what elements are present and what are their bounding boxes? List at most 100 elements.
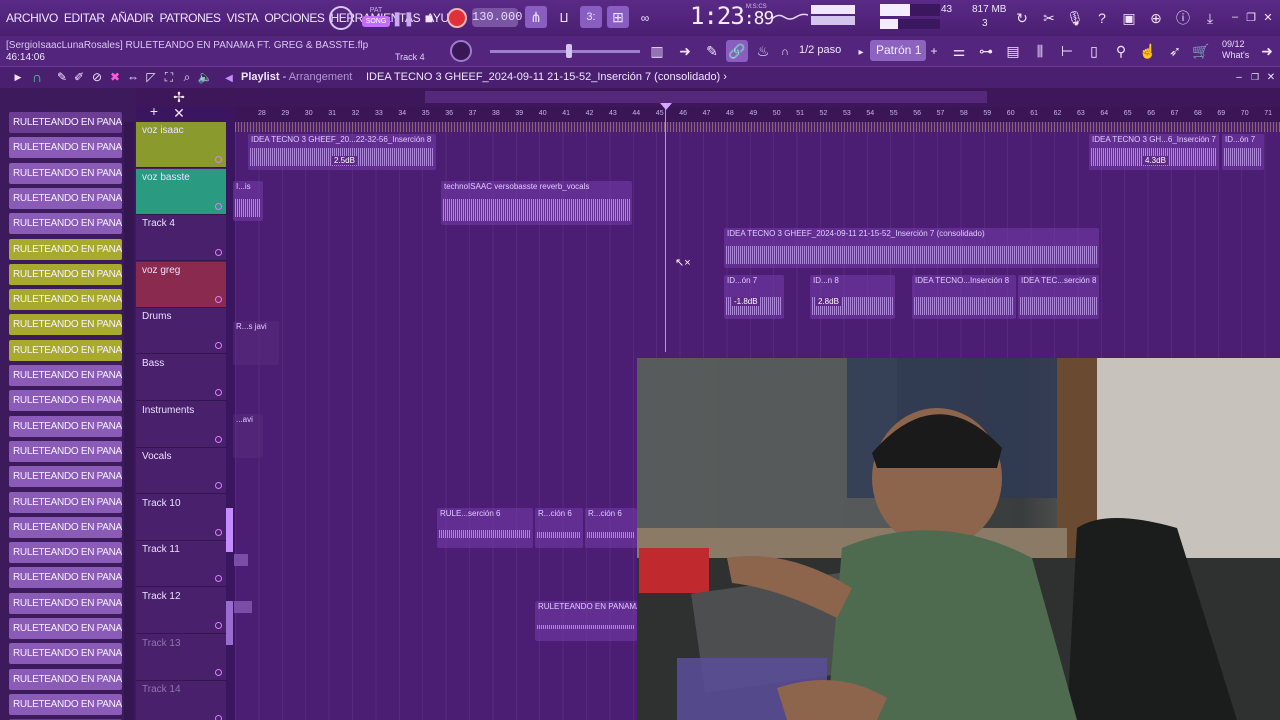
stop-icon[interactable]: ■ [420,8,438,28]
delete-icon[interactable]: ⊘ [90,70,104,84]
select-icon[interactable]: ⛶ [162,70,176,84]
touch-icon[interactable]: ☝ [1137,41,1159,61]
master-pitch-slider[interactable] [490,44,640,58]
countdown-icon[interactable]: 3: [580,6,602,28]
browser-item[interactable]: RULETEANDO EN PANAMA... [9,567,122,589]
track-header[interactable]: voz isaac [136,122,226,168]
track-header[interactable]: Track 12 [136,588,226,634]
send-icon[interactable]: ➶ [1164,41,1186,61]
save-icon[interactable]: ▣ [1119,8,1139,28]
zoom-icon[interactable]: ⌕ [180,70,194,84]
track-header[interactable]: voz greg [136,261,226,308]
close-track-icon[interactable]: ✕ [172,105,186,121]
snap-selector[interactable]: 1/2 paso [795,41,850,60]
audio-clip[interactable]: IDEA TECNO 3 GHEEF_2024-09-11 21-15-52_I… [724,228,1099,268]
audio-clip[interactable]: ID...ón 7 [1222,134,1264,170]
browser-item[interactable]: RULETEANDO EN PANAMA... [9,390,122,412]
mixer-icon[interactable]: ⫼ [1029,41,1051,61]
browser-item[interactable]: RULETEANDO EN PANAMA... [9,491,122,513]
track-active-toggle[interactable] [215,389,222,396]
cut-icon[interactable]: ✂ [1039,8,1059,28]
browser-item[interactable]: RULETEANDO EN PANAMA... [9,466,122,488]
mic-icon[interactable]: 🎙 [1065,8,1085,28]
audio-clip[interactable]: IDEA TECNO 3 GHEEF_20...22-32-56_Inserci… [248,134,436,170]
close-icon[interactable]: ✕ [1261,10,1275,24]
menu-patrones[interactable]: PATRONES [157,11,224,25]
metronome-icon[interactable]: ⋔ [525,6,547,28]
add-track-icon[interactable]: + [147,103,161,119]
browser-item[interactable]: RULETEANDO EN PANAMA... [9,643,122,665]
overview-window[interactable] [425,91,987,103]
pencil-icon[interactable]: ✎ [55,70,69,84]
wait-input-icon[interactable]: ⵡ [553,8,575,28]
tempo-display[interactable]: 130.000 [472,8,522,27]
menu-archivo[interactable]: ARCHIVO [3,11,61,25]
audio-clip[interactable]: IDEA TECNO...Inserción 8 [912,275,1016,319]
track-active-toggle[interactable] [215,715,222,720]
browser-item[interactable]: RULETEANDO EN PANAMA... [9,542,122,564]
browser-item[interactable]: RULETEANDO EN PANAMA... [9,314,122,336]
browser-item[interactable]: RULETEANDO EN PANAMA... [9,618,122,639]
menu-vista[interactable]: VISTA [224,11,262,25]
playlist-view-icon[interactable]: ⚌ [948,41,970,61]
news-panel[interactable]: 09/12 What's [1222,39,1249,61]
track-header[interactable]: voz basste [136,168,226,215]
browser-item[interactable]: RULETEANDO EN PANAMA... [9,516,122,538]
browser-item[interactable]: RULETEANDO EN PANAMA... [9,213,122,235]
move-tracks-icon[interactable]: ✢ [172,89,186,105]
menu-editar[interactable]: EDITAR [61,11,108,25]
browser-item[interactable]: RULETEANDO EN PANAMA... [9,365,122,386]
track-header[interactable]: Vocals [136,448,226,495]
track-active-toggle[interactable] [215,295,222,303]
play-browser-icon[interactable]: ▶ [12,71,24,83]
track-header[interactable]: Track 11 [136,541,226,588]
audio-clip[interactable]: R...s javi [233,321,279,365]
file-icon[interactable]: ▯ [1083,41,1105,61]
playhead[interactable] [665,104,666,352]
track-header[interactable]: Bass [136,355,226,401]
playlist-minimize-icon[interactable]: – [1234,72,1244,83]
pause-icon[interactable]: ❚❚ [391,8,414,28]
minimize-icon[interactable]: – [1228,10,1242,24]
track-header[interactable]: Track 14 [136,681,226,720]
magnet-icon[interactable]: ∩ [778,44,792,60]
channel-rack-icon[interactable]: ⊶ [975,41,997,61]
pattern-clip-marker[interactable] [234,601,252,613]
browser-item[interactable]: RULETEANDO EN PANAMA... [9,137,122,159]
audio-clip[interactable]: RULETEANDO EN PANAMA [535,601,637,641]
track-active-toggle[interactable] [215,482,222,490]
browser-item[interactable]: RULETEANDO EN PANAMA... [9,162,122,184]
browser-item[interactable]: RULETEANDO EN PANAMA... [9,440,122,462]
speaker-icon[interactable]: 🔈 [198,70,213,84]
record-button[interactable] [447,8,467,28]
playlist-close-icon[interactable]: ✕ [1266,72,1276,83]
add-pattern-icon[interactable]: + [928,43,940,59]
browser-item[interactable]: RULETEANDO EN PANAMA... [9,339,122,361]
plugin-db-icon[interactable]: ⚲ [1110,41,1132,61]
browser-item[interactable]: RULETEANDO EN PANAMA... [9,592,122,614]
browser-item[interactable]: RULETEANDO EN PANAMA... [9,187,122,209]
playlist-menu-icon[interactable]: ◀ [222,71,236,85]
pattern-prev-icon[interactable]: ▸ [856,44,866,60]
stamp-icon[interactable]: ♨ [752,42,774,60]
audio-clip[interactable]: ID...ón 7 -1.8dB [724,275,784,319]
track-header[interactable]: Track 13 [136,635,226,681]
audio-clip[interactable]: R...ción 6 [585,508,637,548]
track-header[interactable]: Track 4 [136,215,226,262]
audio-clip[interactable]: ID...n 8 2.8dB [810,275,895,319]
download-icon[interactable]: ⤓ [1200,8,1220,28]
track-active-toggle[interactable] [215,342,222,350]
track-active-toggle[interactable] [215,528,222,536]
link-icon[interactable]: 🔗 [726,40,748,62]
pianoroll-view-icon[interactable]: ▤ [1002,41,1024,61]
browser-item[interactable]: RULETEANDO EN PANAMA... [9,112,122,133]
track-header[interactable]: Track 10 [136,495,226,541]
track-active-toggle[interactable] [215,622,222,629]
browser-item[interactable]: RULETEANDO EN PANAMA... [9,668,122,690]
track-select-bar[interactable] [226,601,233,645]
browser-scrollbar[interactable] [124,122,134,720]
news-arrow-icon[interactable]: ➜ [1258,42,1276,60]
audio-clip[interactable]: ...avi [233,414,263,458]
menu-anadir[interactable]: AÑADIR [108,11,157,25]
piano-icon[interactable]: ▥ [646,42,668,60]
